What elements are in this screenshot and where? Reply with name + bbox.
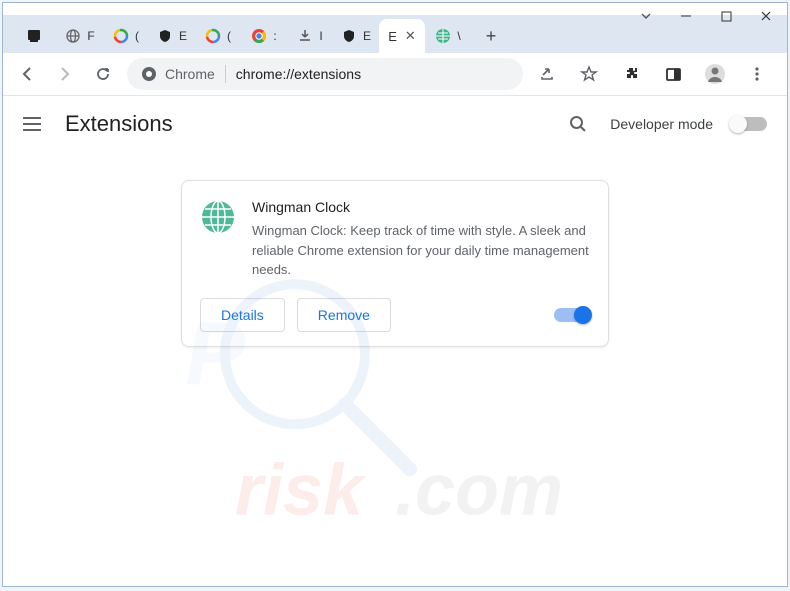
developer-mode-label: Developer mode [610, 116, 713, 132]
search-icon[interactable] [564, 110, 592, 138]
browser-tab-active[interactable]: E✕ [379, 19, 425, 53]
chrome-logo-icon [141, 66, 157, 82]
google-icon [113, 28, 129, 44]
side-panel-icon[interactable] [659, 60, 687, 88]
bookmark-star-icon[interactable] [575, 60, 603, 88]
tab-label: F [87, 29, 94, 43]
new-tab-button[interactable]: + [477, 22, 505, 50]
close-tab-icon[interactable]: ✕ [405, 28, 416, 44]
svg-text:risk: risk [235, 450, 367, 530]
remove-button[interactable]: Remove [297, 298, 391, 332]
browser-tab[interactable]: F [57, 19, 103, 53]
forward-button[interactable] [51, 60, 79, 88]
svg-text:.com: .com [395, 450, 563, 530]
tab-label: E [179, 29, 187, 43]
extensions-header: Extensions Developer mode [3, 96, 787, 152]
browser-tab[interactable] [11, 19, 57, 53]
browser-tab[interactable]: : [241, 19, 287, 53]
window-controls [637, 7, 775, 25]
green-globe-icon [435, 28, 451, 44]
reload-button[interactable] [89, 60, 117, 88]
details-button[interactable]: Details [200, 298, 285, 332]
toolbar-right [533, 60, 777, 88]
maximize-button[interactable] [717, 7, 735, 25]
back-button[interactable] [13, 60, 41, 88]
tab-label: ( [135, 29, 139, 43]
extensions-puzzle-icon[interactable] [617, 60, 645, 88]
extension-card: Wingman Clock Wingman Clock: Keep track … [181, 180, 609, 347]
browser-tab[interactable]: ( [103, 19, 149, 53]
profile-avatar-icon[interactable] [701, 60, 729, 88]
menu-hamburger-icon[interactable] [23, 112, 47, 136]
shield-icon [341, 28, 357, 44]
address-bar[interactable]: Chrome chrome://extensions [127, 58, 523, 90]
developer-mode-toggle[interactable] [731, 117, 767, 131]
shield-icon [157, 28, 173, 44]
url-text: chrome://extensions [236, 66, 361, 82]
window-chevron-icon[interactable] [637, 7, 655, 25]
tab-label: : [273, 29, 276, 43]
share-icon[interactable] [533, 60, 561, 88]
tab-label: \ [457, 29, 460, 43]
browser-tab[interactable]: E [149, 19, 195, 53]
browser-tab[interactable]: I [287, 19, 333, 53]
tab-label: I [319, 29, 322, 43]
browser-tab[interactable]: ( [195, 19, 241, 53]
tab-label: E [363, 29, 371, 43]
globe-icon [65, 28, 81, 44]
tab-label: E [388, 29, 397, 44]
minimize-button[interactable] [677, 7, 695, 25]
extension-enable-toggle[interactable] [554, 308, 590, 322]
extension-name: Wingman Clock [252, 199, 590, 215]
chrome-chip: Chrome [141, 66, 215, 82]
separator [225, 65, 226, 83]
google-icon [205, 28, 221, 44]
browser-toolbar: Chrome chrome://extensions [3, 53, 787, 96]
browser-tab[interactable]: \ [425, 19, 471, 53]
page-title: Extensions [65, 111, 173, 137]
tab-label: ( [227, 29, 231, 43]
extension-description: Wingman Clock: Keep track of time with s… [252, 221, 590, 280]
browser-tab[interactable]: E [333, 19, 379, 53]
chrome-icon [251, 28, 267, 44]
chip-label: Chrome [165, 66, 215, 82]
menu-dots-icon[interactable] [743, 60, 771, 88]
download-icon [297, 28, 313, 44]
printer-icon [26, 28, 42, 44]
page-content: risk .com P Extensions Developer mode Wi… [3, 96, 787, 586]
close-window-button[interactable] [757, 7, 775, 25]
extension-icon [200, 199, 236, 235]
